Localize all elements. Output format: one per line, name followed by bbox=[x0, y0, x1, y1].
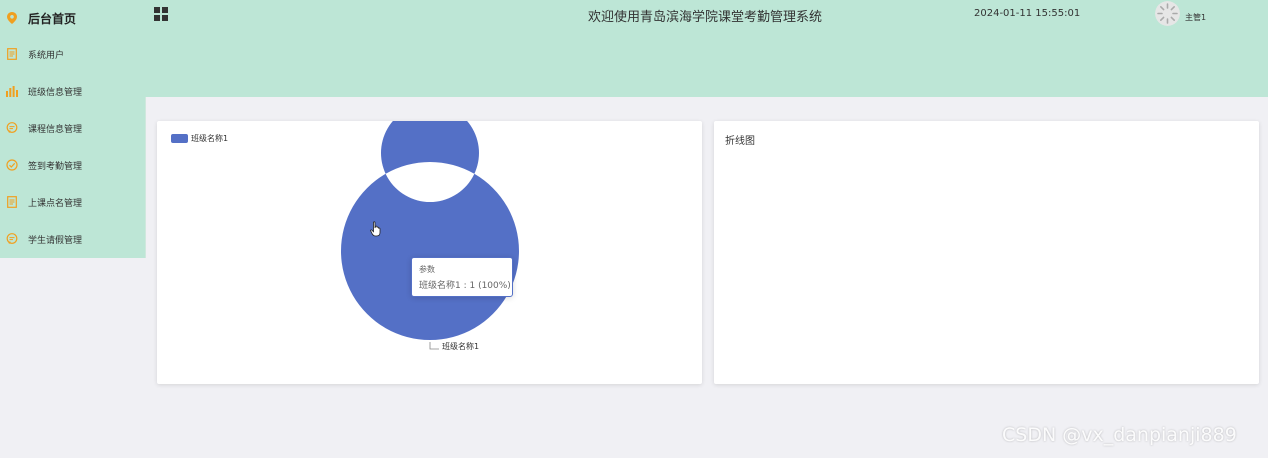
sidebar-item-class-management[interactable]: 班级信息管理 bbox=[0, 73, 145, 109]
sidebar-item-attendance-management[interactable]: 签到考勤管理 bbox=[0, 147, 145, 183]
chat-icon bbox=[6, 233, 18, 245]
header: 欢迎使用青岛滨海学院课堂考勤管理系统 2024-01-11 15:55:01 主… bbox=[145, 0, 1268, 97]
bar-chart-icon bbox=[6, 85, 18, 97]
datetime-display: 2024-01-11 15:55:01 bbox=[974, 8, 1081, 19]
line-chart-title: 折线图 bbox=[725, 136, 755, 147]
document-icon bbox=[6, 48, 18, 60]
slice-label: 班级名称1 bbox=[442, 342, 480, 351]
line-chart-card: 折线图 bbox=[714, 121, 1259, 384]
sidebar-item-label: 签到考勤管理 bbox=[28, 161, 83, 172]
sidebar-item-label: 学生请假管理 bbox=[28, 235, 83, 246]
chat-icon bbox=[6, 122, 18, 134]
tooltip-series: 参数 bbox=[419, 265, 435, 274]
hand-cursor-icon bbox=[370, 221, 381, 237]
location-pin-icon bbox=[6, 12, 18, 24]
sidebar-item-course-management[interactable]: 课程信息管理 bbox=[0, 110, 145, 146]
slice-label-line bbox=[429, 342, 439, 350]
chart-tooltip: 参数 班级名称1 : 1 (100%) bbox=[411, 257, 513, 297]
watermark: CSDN @vx_danpianji889 bbox=[1002, 424, 1237, 446]
sidebar-item-system-users[interactable]: 系统用户 bbox=[0, 36, 145, 72]
donut-slice[interactable] bbox=[340, 121, 519, 340]
loading-avatar-icon[interactable] bbox=[1155, 1, 1180, 26]
check-circle-icon bbox=[6, 159, 18, 171]
document-icon bbox=[6, 196, 18, 208]
sidebar-item-label: 班级信息管理 bbox=[28, 87, 83, 98]
tooltip-value: 班级名称1 : 1 (100%) bbox=[419, 281, 511, 291]
username[interactable]: 主管1 bbox=[1185, 12, 1206, 23]
sidebar-item-label: 上课点名管理 bbox=[28, 198, 83, 209]
sidebar: 后台首页 系统用户 班级信息管理 课程信息管理 签到考勤管理 上课点名管理 学生… bbox=[0, 0, 146, 258]
sidebar-item-label: 后台首页 bbox=[28, 11, 77, 26]
grid-icon[interactable] bbox=[154, 7, 168, 21]
sidebar-item-label: 课程信息管理 bbox=[28, 124, 83, 135]
page-title: 欢迎使用青岛滨海学院课堂考勤管理系统 bbox=[588, 10, 823, 25]
sidebar-item-leave-management[interactable]: 学生请假管理 bbox=[0, 221, 145, 257]
student-stats-card: 班级名称1 学生用户统计 班级名称1 参数 班级名称1 : 1 (100%) bbox=[157, 121, 702, 384]
donut-chart bbox=[340, 121, 519, 350]
sidebar-item-roll-call-management[interactable]: 上课点名管理 bbox=[0, 184, 145, 220]
sidebar-item-label: 系统用户 bbox=[28, 50, 65, 61]
sidebar-item-home[interactable]: 后台首页 bbox=[0, 0, 145, 36]
